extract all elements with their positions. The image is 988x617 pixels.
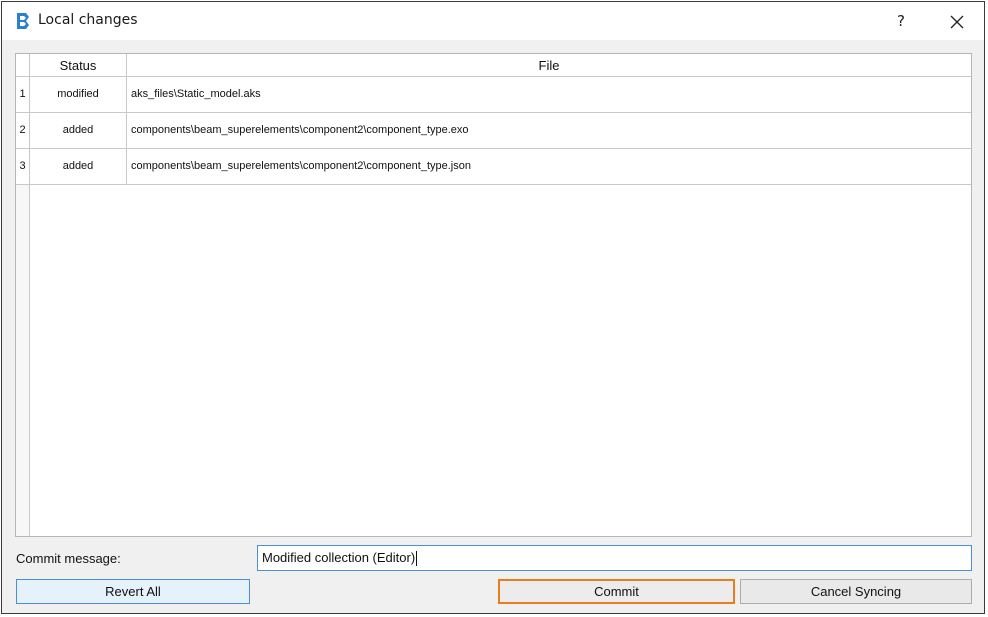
row-status: added [30,113,127,148]
row-file: aks_files\Static_model.aks [131,88,261,100]
dialog-title: Local changes [38,12,138,28]
table-row[interactable]: 3 added components\beam_superelements\co… [16,149,971,185]
close-icon[interactable] [942,6,972,36]
row-number: 3 [16,149,30,184]
row-status: added [30,149,127,184]
header-rownum [16,54,30,77]
row-number: 1 [16,77,30,112]
revert-all-button[interactable]: Revert All [16,579,250,604]
commit-message-input[interactable]: Modified collection (Editor) [257,545,972,571]
app-logo-icon [14,12,30,30]
commit-message-label: Commit message: [16,551,121,566]
changes-table: Status File 1 modified aks_files\Static_… [15,53,972,537]
row-status: modified [30,77,127,112]
row-number: 2 [16,113,30,148]
row-file: components\beam_superelements\component2… [131,124,469,136]
local-changes-dialog: Local changes ? Status File 1 modified a… [1,1,985,614]
commit-button[interactable]: Commit [498,579,735,604]
header-file[interactable]: File [127,54,971,77]
commit-message-value: Modified collection (Editor) [262,550,416,565]
help-button[interactable]: ? [886,6,916,36]
table-row[interactable]: 2 added components\beam_superelements\co… [16,113,971,149]
header-status[interactable]: Status [30,54,127,77]
row-file: components\beam_superelements\component2… [131,160,471,172]
table-row[interactable]: 1 modified aks_files\Static_model.aks [16,77,971,113]
cancel-syncing-button[interactable]: Cancel Syncing [740,579,972,604]
text-caret [416,551,418,567]
row-gutter [16,185,30,536]
title-bar: Local changes ? [2,2,984,40]
